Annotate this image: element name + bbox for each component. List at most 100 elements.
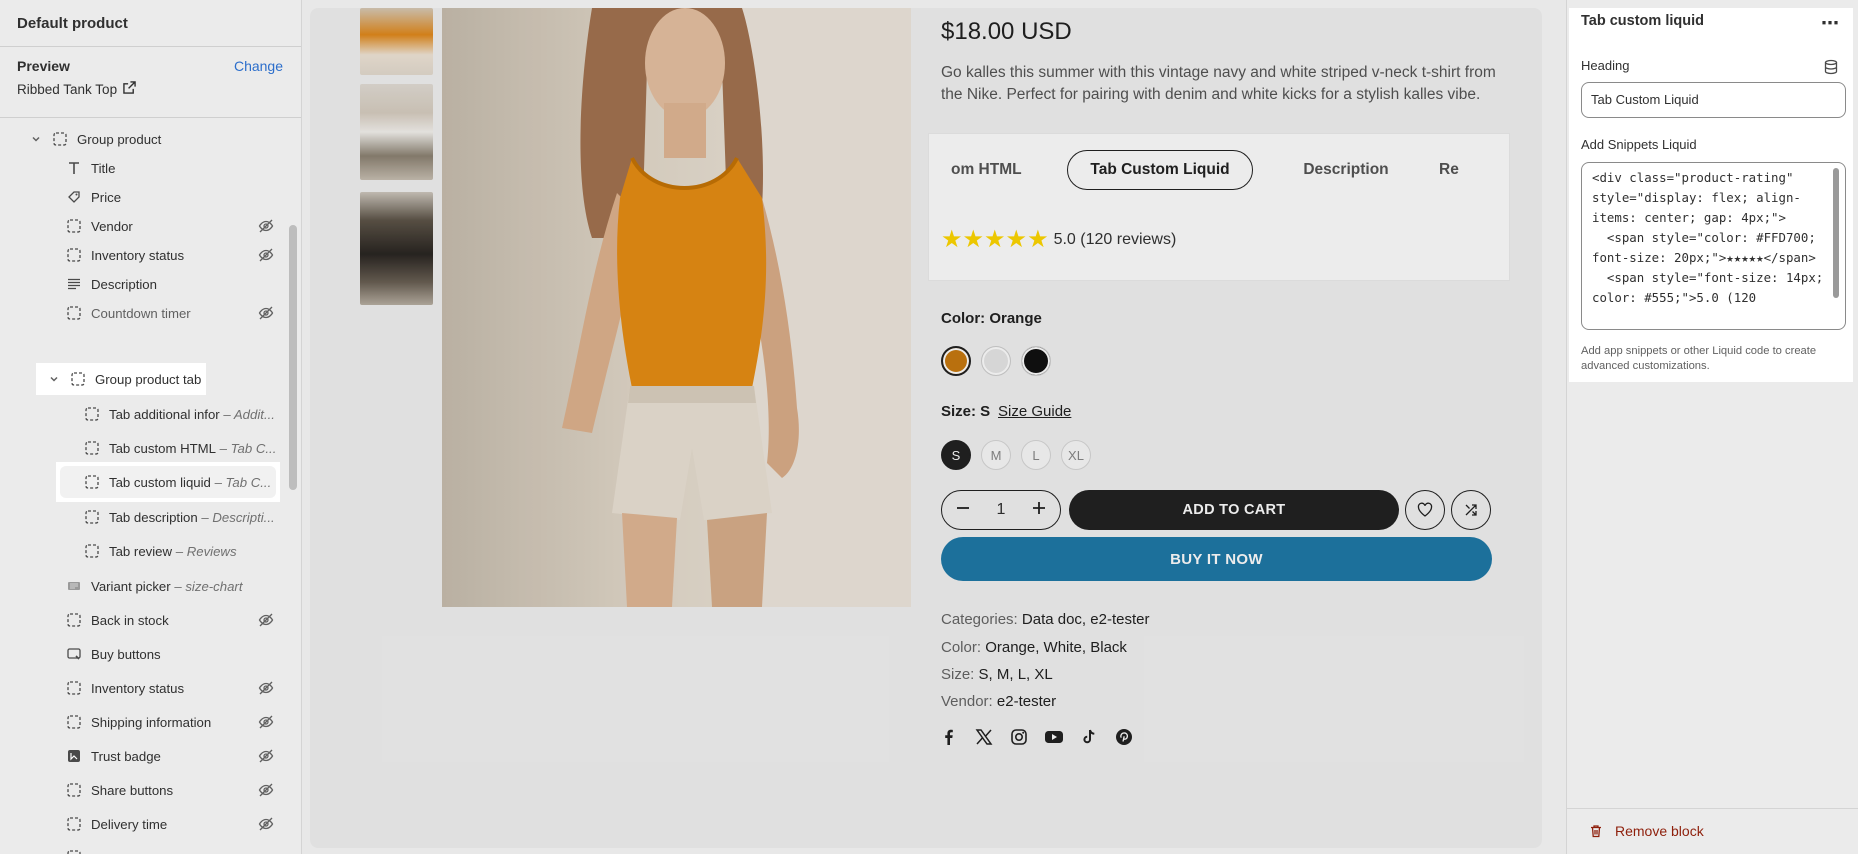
tiktok-icon[interactable] bbox=[1078, 726, 1100, 748]
hidden-eye-icon[interactable] bbox=[258, 748, 274, 764]
tree-item-label: Tab review bbox=[109, 543, 173, 559]
tab-custom-liquid[interactable]: Tab Custom Liquid bbox=[1067, 150, 1253, 190]
tab-custom-html[interactable]: om HTML bbox=[951, 150, 1051, 190]
hidden-eye-icon[interactable] bbox=[258, 714, 274, 730]
preview-product-name: Ribbed Tank Top bbox=[17, 81, 118, 97]
tree-item-tab-additional[interactable]: Tab additional infor – Addit... bbox=[84, 399, 280, 429]
size-option-l[interactable]: L bbox=[1021, 440, 1051, 470]
tree-item-inventory-status[interactable]: Inventory status bbox=[66, 240, 280, 270]
tree-item-label: Shipping information bbox=[91, 714, 212, 730]
size-label: Size: S bbox=[941, 403, 991, 420]
meta-value: Orange, White, Black bbox=[985, 639, 1127, 656]
divider bbox=[0, 117, 301, 118]
tree-item-group-product-tab[interactable]: Group product tab bbox=[36, 363, 206, 395]
preview-product[interactable]: Ribbed Tank Top bbox=[17, 81, 136, 97]
heading-input[interactable]: Tab Custom Liquid bbox=[1581, 82, 1846, 118]
pinterest-icon[interactable] bbox=[1113, 726, 1135, 748]
hidden-eye-icon[interactable] bbox=[258, 305, 274, 321]
heading-label: Heading bbox=[1581, 58, 1630, 73]
tree-item-sub: – Tab C... bbox=[219, 440, 277, 456]
x-icon[interactable] bbox=[973, 726, 995, 748]
instagram-icon[interactable] bbox=[1008, 726, 1030, 748]
tree-item-trust-badge[interactable]: Trust badge bbox=[66, 741, 280, 771]
block-icon bbox=[84, 509, 100, 525]
variant-picker-icon bbox=[66, 578, 82, 594]
product-thumbnail-2[interactable] bbox=[360, 84, 433, 180]
block-icon bbox=[66, 612, 82, 628]
tree-item-tab-custom-html[interactable]: Tab custom HTML – Tab C... bbox=[84, 433, 280, 463]
tree-item-title[interactable]: Title bbox=[66, 153, 280, 183]
tree-item-back-in-stock[interactable]: Back in stock bbox=[66, 605, 280, 635]
product-main-image[interactable] bbox=[442, 8, 911, 607]
panel-title: Tab custom liquid bbox=[1581, 13, 1704, 29]
tree-item-tab-custom-liquid[interactable]: Tab custom liquid – Tab C... bbox=[56, 462, 280, 502]
size-guide-link[interactable]: Size Guide bbox=[998, 403, 1071, 420]
preview-canvas: $18.00 USD Go kalles this summer with th… bbox=[310, 8, 1542, 848]
tree-item-shipping-information[interactable]: Shipping information bbox=[66, 707, 280, 737]
sidebar-scrollbar[interactable] bbox=[289, 225, 297, 490]
tree-item-description[interactable]: Description bbox=[66, 269, 280, 299]
product-tabs-block[interactable]: om HTML Tab Custom Liquid Description Re… bbox=[929, 134, 1509, 280]
facebook-icon[interactable] bbox=[938, 726, 960, 748]
color-label: Color: Orange bbox=[941, 310, 1042, 327]
tree-item-variant-picker[interactable]: Variant picker – size-chart bbox=[66, 571, 280, 601]
add-to-cart-button[interactable]: ADD TO CART bbox=[1069, 490, 1399, 530]
tree-item-tab-description[interactable]: Tab description – Descripti... bbox=[84, 502, 280, 532]
tab-description[interactable]: Description bbox=[1281, 150, 1411, 190]
block-icon bbox=[84, 474, 100, 490]
help-text: Add app snippets or other Liquid code to… bbox=[1581, 345, 1817, 372]
code-editor-scrollbar[interactable] bbox=[1833, 168, 1839, 298]
size-option-s[interactable]: S bbox=[941, 440, 971, 470]
tree-item-vendor[interactable]: Vendor bbox=[66, 211, 280, 241]
tree-item-tab-review[interactable]: Tab review – Reviews bbox=[84, 536, 280, 566]
hidden-eye-icon[interactable] bbox=[258, 218, 274, 234]
tree-item-delivery-time[interactable]: Delivery time bbox=[66, 809, 280, 839]
tree-item-partial[interactable] bbox=[66, 842, 280, 854]
tree-item-inventory-status-2[interactable]: Inventory status bbox=[66, 673, 280, 703]
meta-value[interactable]: Data doc, e2-tester bbox=[1022, 611, 1150, 628]
meta-label: Categories: bbox=[941, 611, 1018, 628]
product-thumbnail-3[interactable] bbox=[360, 192, 433, 305]
block-icon bbox=[84, 543, 100, 559]
plus-icon[interactable] bbox=[1032, 501, 1046, 520]
tree-item-label: Description bbox=[91, 276, 157, 292]
quantity-value[interactable]: 1 bbox=[997, 501, 1006, 519]
dynamic-source-icon[interactable] bbox=[1823, 59, 1839, 75]
meta-value: S, M, L, XL bbox=[978, 666, 1053, 683]
tree-item-price[interactable]: Price bbox=[66, 182, 280, 212]
hidden-eye-icon[interactable] bbox=[258, 782, 274, 798]
chevron-down-icon[interactable] bbox=[48, 373, 60, 385]
compare-icon[interactable] bbox=[1451, 490, 1491, 530]
liquid-code-editor[interactable]: <div class="product-rating" style="displ… bbox=[1581, 162, 1846, 330]
quantity-stepper: 1 bbox=[941, 490, 1061, 530]
swatch-white[interactable] bbox=[981, 346, 1011, 376]
more-options-icon[interactable]: ⋯ bbox=[1821, 13, 1839, 34]
tree-item-share-buttons[interactable]: Share buttons bbox=[66, 775, 280, 805]
size-option-m[interactable]: M bbox=[981, 440, 1011, 470]
tree-item-countdown-timer[interactable]: Countdown timer bbox=[66, 298, 280, 328]
chevron-down-icon[interactable] bbox=[30, 133, 42, 145]
tree-item-label: Tab additional infor bbox=[109, 406, 220, 422]
product-thumbnail-1[interactable] bbox=[360, 8, 433, 75]
size-option-xl[interactable]: XL bbox=[1061, 440, 1091, 470]
tree-item-buy-buttons[interactable]: Buy buttons bbox=[66, 639, 280, 669]
sidebar: Default product Preview Change Ribbed Ta… bbox=[0, 0, 302, 854]
tab-review[interactable]: Re bbox=[1439, 150, 1499, 190]
swatch-orange[interactable] bbox=[941, 346, 971, 376]
meta-vendor: Vendor: e2-tester bbox=[941, 693, 1056, 710]
meta-value[interactable]: e2-tester bbox=[997, 693, 1056, 710]
youtube-icon[interactable] bbox=[1043, 726, 1065, 748]
wishlist-heart-icon[interactable] bbox=[1405, 490, 1445, 530]
hidden-eye-icon[interactable] bbox=[258, 612, 274, 628]
tree-item-group-product[interactable]: Group product bbox=[30, 124, 280, 154]
buy-it-now-button[interactable]: BUY IT NOW bbox=[941, 537, 1492, 581]
remove-block-button[interactable]: Remove block bbox=[1589, 823, 1704, 839]
external-link-icon[interactable] bbox=[123, 81, 136, 97]
tree-item-label: Trust badge bbox=[91, 748, 161, 764]
swatch-black[interactable] bbox=[1021, 346, 1051, 376]
hidden-eye-icon[interactable] bbox=[258, 247, 274, 263]
hidden-eye-icon[interactable] bbox=[258, 816, 274, 832]
hidden-eye-icon[interactable] bbox=[258, 680, 274, 696]
change-preview-link[interactable]: Change bbox=[234, 58, 283, 74]
minus-icon[interactable] bbox=[956, 501, 970, 520]
